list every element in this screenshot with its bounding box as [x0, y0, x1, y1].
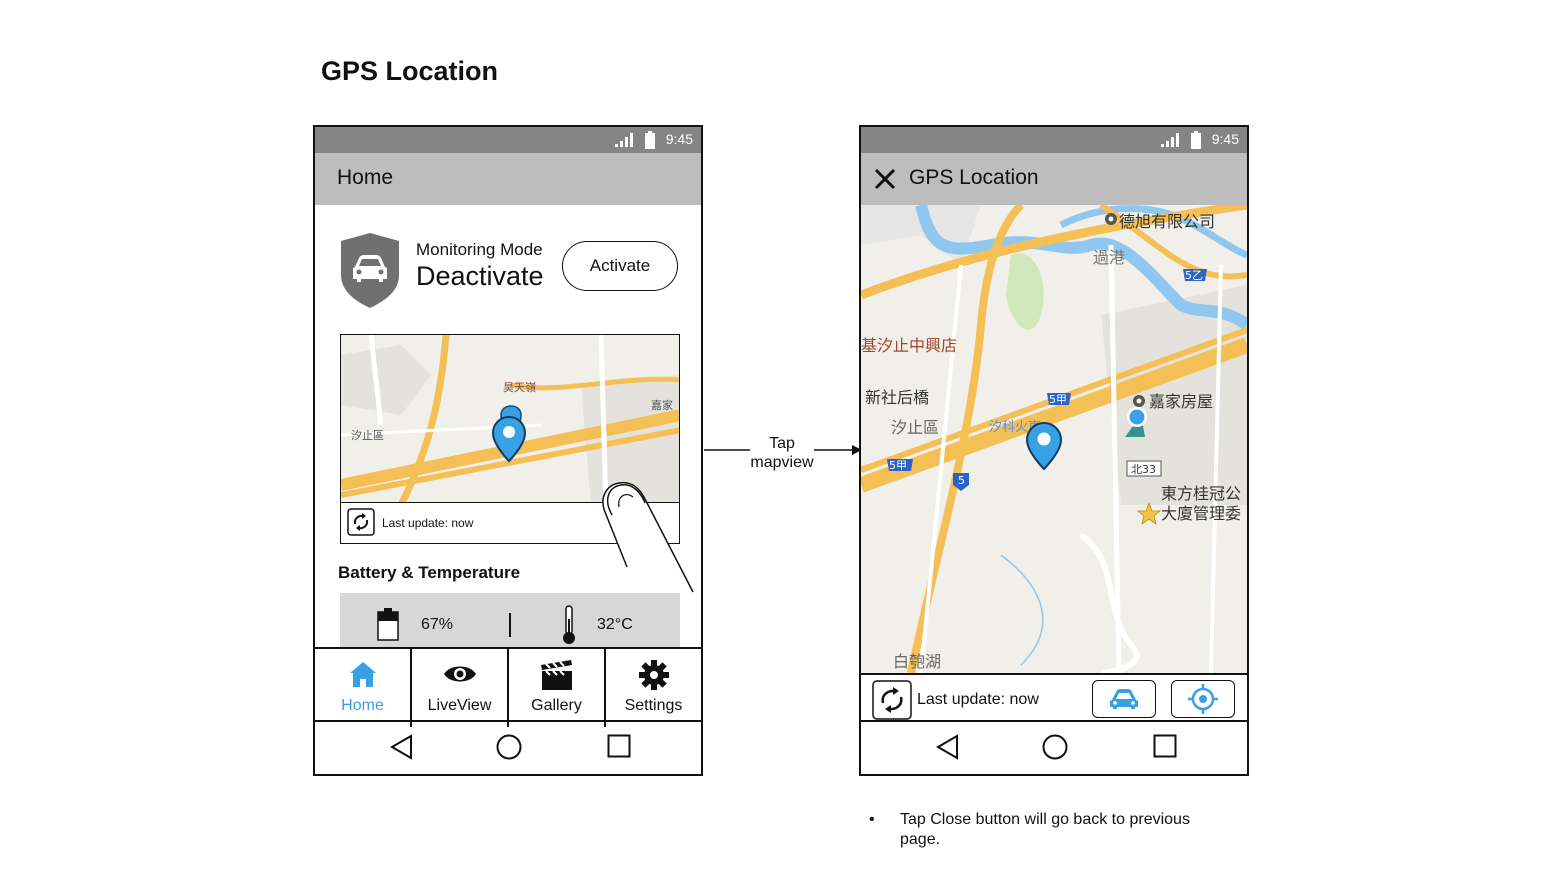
- battery-temp-heading: Battery & Temperature: [338, 563, 521, 582]
- battery-value: 67%: [421, 616, 454, 633]
- app-bar: GPS Location: [861, 153, 1247, 205]
- flow-arrow-label: Tap mapview: [748, 434, 816, 472]
- signal-icon: [615, 133, 633, 147]
- map-label: 德旭有限公司: [1119, 212, 1215, 231]
- status-bar: 9:45: [861, 127, 1247, 153]
- thermometer-icon: [563, 605, 575, 644]
- page-title: GPS Location: [321, 56, 499, 86]
- gps-last-update: Last update: now: [917, 691, 1039, 708]
- map-label: 白匏湖: [893, 652, 941, 671]
- monitoring-mode-label: Monitoring Mode: [416, 240, 543, 259]
- status-time: 9:45: [665, 131, 693, 147]
- finger-tap-icon: [602, 481, 694, 593]
- nav-item-settings[interactable]: Settings: [606, 649, 701, 727]
- battery-temp-panel: 67% 32°C: [340, 593, 680, 649]
- back-icon[interactable]: [389, 734, 415, 760]
- gps-phone-frame: 9:45 GPS Location 德旭有限公司 過港 基汐止中興店 新社后橋 …: [859, 125, 1249, 776]
- my-location-button[interactable]: [1171, 680, 1235, 718]
- home-circle-icon[interactable]: [496, 734, 522, 760]
- nav-label-home: Home: [341, 697, 384, 714]
- nav-label-liveview: LiveView: [427, 697, 492, 714]
- battery-icon: [377, 608, 399, 641]
- gps-map-view[interactable]: 德旭有限公司 過港 基汐止中興店 新社后橋 汐止區 汐科火車 嘉家房屋 東方桂冠…: [861, 205, 1247, 673]
- status-time: 9:45: [1211, 131, 1239, 147]
- status-bar: 9:45: [315, 127, 701, 153]
- home-phone-frame: 9:45 Home Monitoring Mode Deactivate Act…: [313, 125, 703, 776]
- stat-divider: [509, 613, 511, 637]
- flow-label-line2: mapview: [750, 454, 814, 471]
- map-pin-icon: [491, 415, 527, 463]
- mini-map-label: 汐止區: [351, 428, 384, 442]
- monitoring-mode-value: Deactivate: [416, 261, 544, 291]
- map-label: 5乙: [1185, 269, 1203, 282]
- nav-item-home[interactable]: Home: [315, 649, 412, 727]
- clapperboard-icon: [540, 660, 572, 690]
- map-label: 基汐止中興店: [861, 336, 957, 355]
- map-label: 東方桂冠公: [1161, 484, 1241, 503]
- recents-icon[interactable]: [1153, 734, 1177, 758]
- map-label: 5: [958, 474, 965, 487]
- battery-status-icon: [645, 131, 655, 149]
- system-nav-bar: [861, 720, 1247, 774]
- system-nav-bar: [315, 720, 701, 774]
- mini-last-update: Last update: now: [382, 516, 474, 530]
- refresh-icon[interactable]: [347, 508, 375, 536]
- home-icon: [349, 662, 376, 687]
- car-location-button[interactable]: [1092, 680, 1156, 718]
- map-label: 新社后橋: [865, 388, 929, 407]
- close-icon[interactable]: [873, 167, 897, 191]
- bullet-dot: •: [869, 811, 875, 828]
- flow-label-line1: Tap: [769, 435, 795, 452]
- recents-icon[interactable]: [607, 734, 631, 758]
- refresh-icon[interactable]: [872, 680, 912, 720]
- map-label: 過港: [1093, 248, 1125, 267]
- bottom-nav: Home LiveView Gallery Settings: [315, 647, 701, 727]
- eye-icon: [443, 666, 476, 682]
- map-label: 嘉家房屋: [1149, 392, 1213, 411]
- back-icon[interactable]: [935, 734, 961, 760]
- mini-map-label: 嘉家: [651, 398, 673, 412]
- nav-label-settings: Settings: [624, 697, 683, 714]
- map-pin-icon: [1025, 421, 1063, 471]
- car-icon: [1110, 689, 1138, 709]
- map-label: 北33: [1131, 463, 1156, 476]
- nav-item-gallery[interactable]: Gallery: [509, 649, 606, 727]
- nav-item-liveview[interactable]: LiveView: [412, 649, 509, 727]
- app-bar-title: GPS Location: [909, 166, 1039, 189]
- note-text: Tap Close button will go back to previou…: [900, 811, 1190, 848]
- crosshair-icon: [1188, 684, 1218, 714]
- app-bar-title: Home: [337, 166, 394, 189]
- temperature-value: 32°C: [597, 616, 633, 633]
- gear-icon: [638, 660, 669, 690]
- gps-map-footer: Last update: now: [861, 673, 1247, 727]
- nav-label-gallery: Gallery: [531, 697, 582, 714]
- map-label: 5甲: [889, 459, 907, 472]
- map-label: 5甲: [1049, 393, 1067, 406]
- map-label: 大廈管理委: [1161, 504, 1241, 523]
- mini-map-label: 昊天嶺: [503, 381, 536, 394]
- home-circle-icon[interactable]: [1042, 734, 1068, 760]
- shield-car-icon: [341, 233, 399, 308]
- battery-status-icon: [1191, 131, 1201, 149]
- activate-button[interactable]: Activate: [562, 241, 678, 291]
- signal-icon: [1161, 133, 1179, 147]
- map-label: 汐止區: [891, 418, 939, 437]
- app-bar: Home: [315, 153, 701, 205]
